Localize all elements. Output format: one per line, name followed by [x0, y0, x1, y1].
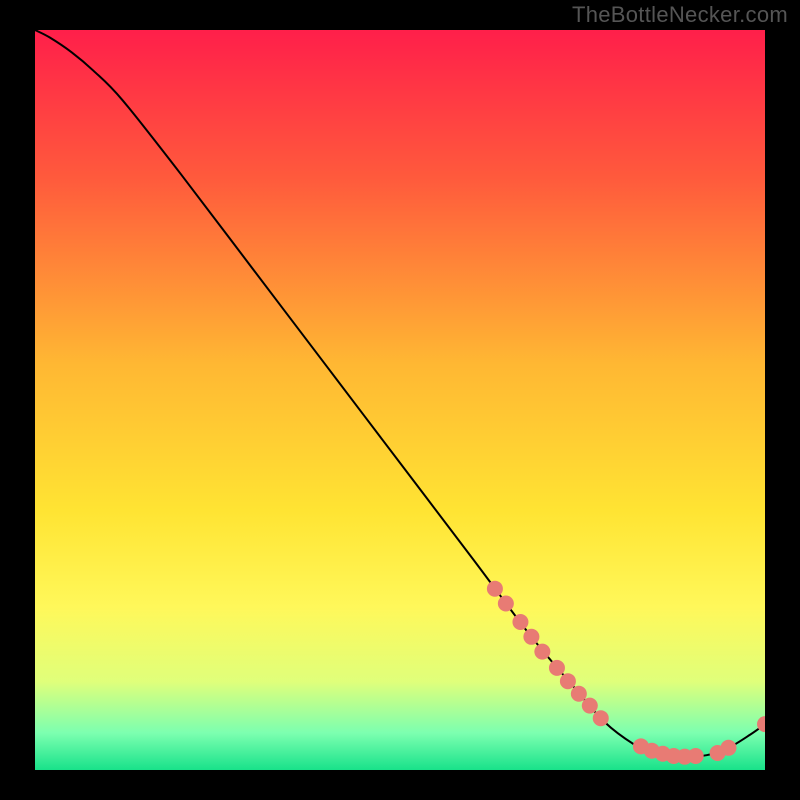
- chart-svg: [35, 30, 765, 770]
- data-marker: [593, 710, 609, 726]
- data-marker: [549, 660, 565, 676]
- data-marker: [582, 698, 598, 714]
- watermark-text: TheBottleNecker.com: [572, 2, 788, 28]
- data-marker: [571, 686, 587, 702]
- chart-plot-area: [35, 30, 765, 770]
- data-marker: [487, 581, 503, 597]
- data-marker: [688, 748, 704, 764]
- chart-frame: TheBottleNecker.com: [0, 0, 800, 800]
- data-marker: [523, 629, 539, 645]
- data-marker: [534, 644, 550, 660]
- data-marker: [560, 673, 576, 689]
- data-marker: [721, 740, 737, 756]
- data-marker: [498, 596, 514, 612]
- chart-background: [35, 30, 765, 770]
- data-marker: [512, 614, 528, 630]
